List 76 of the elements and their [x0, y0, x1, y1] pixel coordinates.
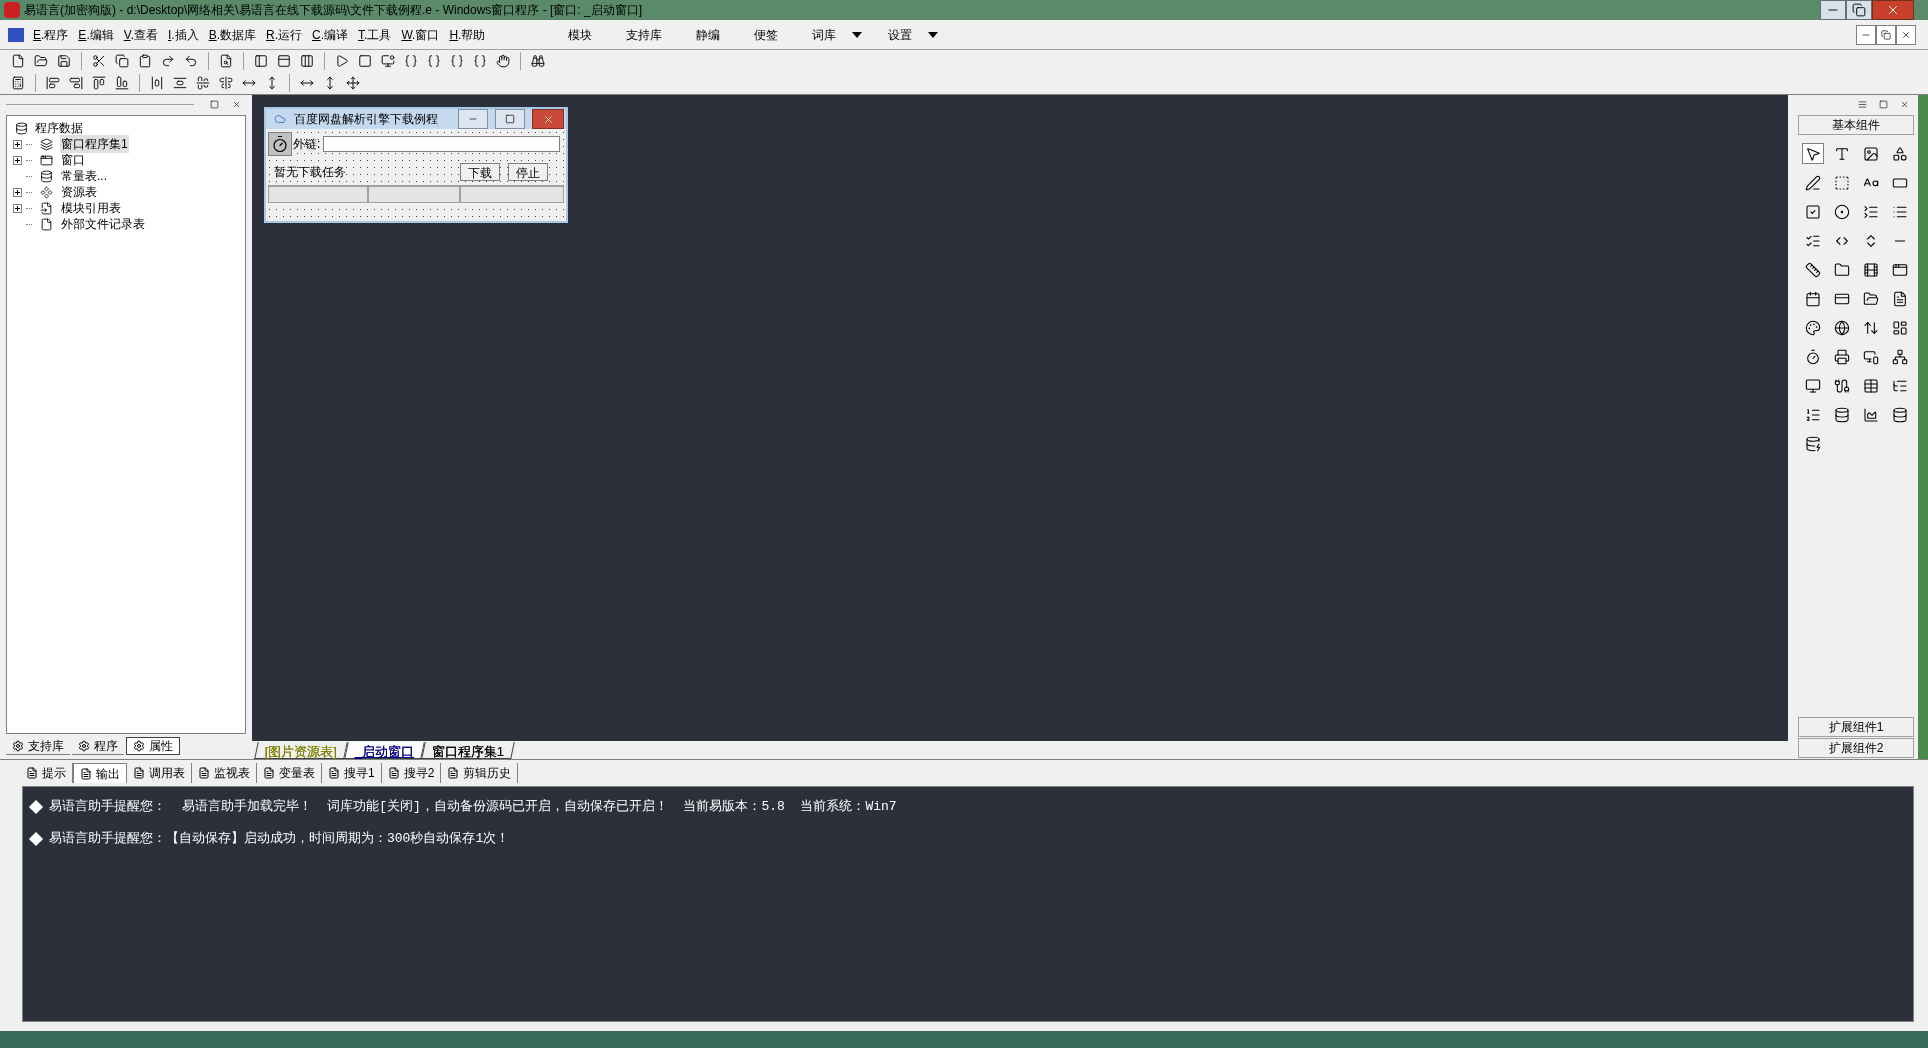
document-icon: [263, 767, 275, 779]
form-title: 百度网盘解析引擎下载例程: [294, 111, 438, 128]
menu-item[interactable]: B.数据库: [203, 25, 261, 44]
expand-icon[interactable]: [13, 187, 22, 197]
tree-item[interactable]: 模块引用表: [60, 199, 122, 217]
menu-item[interactable]: W.窗口: [396, 25, 445, 44]
menu-item[interactable]: V.查看: [118, 25, 163, 44]
menu-item[interactable]: C.编译: [307, 25, 354, 44]
gear-icon: [133, 740, 145, 752]
document-icon: [26, 767, 38, 779]
menu-item[interactable]: 支持库: [618, 25, 671, 44]
gear-icon: [12, 739, 24, 752]
gear-icon: [78, 739, 90, 752]
menu-item[interactable]: 静编: [688, 25, 729, 44]
minimize-icon[interactable]: [1856, 24, 1876, 45]
link-label: 外链:: [293, 136, 321, 153]
category-button[interactable]: 基本组件: [1798, 115, 1914, 135]
form-button[interactable]: 下载: [460, 163, 500, 181]
menu-item[interactable]: I.插入: [162, 25, 204, 44]
close-icon[interactable]: [1896, 24, 1916, 45]
dropdown-arrow-icon[interactable]: [928, 31, 939, 38]
minimize-icon[interactable]: [458, 109, 488, 129]
editor-tab[interactable]: _启动窗口: [354, 742, 415, 762]
output-tab[interactable]: 搜寻1: [322, 763, 382, 783]
expand-icon[interactable]: [13, 139, 22, 149]
tree-item[interactable]: 窗口程序集1: [60, 135, 129, 153]
document-icon: [198, 767, 210, 779]
editor-tab[interactable]: 窗口程序集1: [432, 742, 505, 762]
link-field[interactable]: [323, 136, 560, 152]
timer-icon[interactable]: [268, 132, 292, 156]
form-button[interactable]: 停止: [508, 163, 548, 181]
menu-item[interactable]: 便签: [746, 25, 787, 44]
tree-item[interactable]: 外部文件记录表: [60, 215, 146, 233]
menu-item[interactable]: E.编辑: [73, 25, 119, 44]
expand-icon[interactable]: [13, 203, 22, 213]
output-message: 易语言助手提醒您： 易语言助手加载完毕！ 词库功能[关闭]，自动备份源码已开启，自动保存已开启！ 当前易版本：5.8 当前系统：Win7: [49, 798, 897, 817]
document-icon: [328, 767, 340, 779]
menu-item[interactable]: 词库: [804, 25, 845, 44]
restore-icon[interactable]: [1846, 0, 1872, 20]
app-logo-icon: [4, 2, 20, 18]
window-title: 易语言(加密狗版) - d:\Desktop\网络相关\易语言在线下载源码\文件下载例程.e - Windows窗口程序 - [窗口: _启动窗口]: [24, 2, 643, 19]
minimize-icon[interactable]: [1820, 0, 1846, 20]
output-tab[interactable]: 输出: [73, 763, 127, 783]
output-tab[interactable]: 剪辑历史: [441, 763, 519, 783]
document-icon: [80, 767, 92, 780]
category-button[interactable]: 扩展组件1: [1798, 717, 1914, 737]
panel-tab[interactable]: 程序: [72, 737, 124, 755]
menu-item[interactable]: 模块: [560, 25, 601, 44]
output-tab[interactable]: 监视表: [192, 763, 257, 783]
status-label: 暂无下载任务: [274, 164, 347, 181]
output-tab[interactable]: 搜寻2: [381, 763, 442, 783]
expand-icon[interactable]: [13, 155, 22, 165]
editor-tab[interactable]: [图片资源表]: [264, 742, 337, 762]
panel-tab[interactable]: 属性: [126, 737, 180, 755]
tree-item[interactable]: 资源表: [60, 183, 98, 201]
category-button[interactable]: 扩展组件2: [1798, 738, 1914, 758]
panel-tab[interactable]: 支持库: [6, 737, 70, 755]
output-message: 易语言助手提醒您：【自动保存】启动成功，时间周期为：300秒自动保存1次！: [49, 830, 510, 849]
dropdown-arrow-icon[interactable]: [852, 31, 863, 38]
menu-item[interactable]: 设置: [880, 25, 921, 44]
restore-icon[interactable]: [1876, 24, 1896, 45]
tree-item[interactable]: 程序数据: [35, 119, 83, 137]
tree-item[interactable]: 常量表...: [60, 167, 108, 185]
menu-item[interactable]: R.运行: [261, 25, 308, 44]
output-tab[interactable]: 调用表: [127, 763, 192, 783]
document-icon: [447, 767, 460, 779]
menu-item[interactable]: E.程序: [28, 25, 74, 44]
document-icon: [133, 767, 145, 779]
menu-item[interactable]: H.帮助: [444, 25, 491, 44]
menu-item[interactable]: T.工具: [353, 25, 397, 44]
document-icon: [387, 767, 400, 779]
tree-item[interactable]: 窗口: [60, 151, 86, 169]
pointer-icon[interactable]: [1801, 143, 1824, 164]
app-icon: [8, 27, 24, 42]
output-tab[interactable]: 变量表: [257, 763, 322, 783]
maximize-icon[interactable]: [495, 109, 525, 129]
